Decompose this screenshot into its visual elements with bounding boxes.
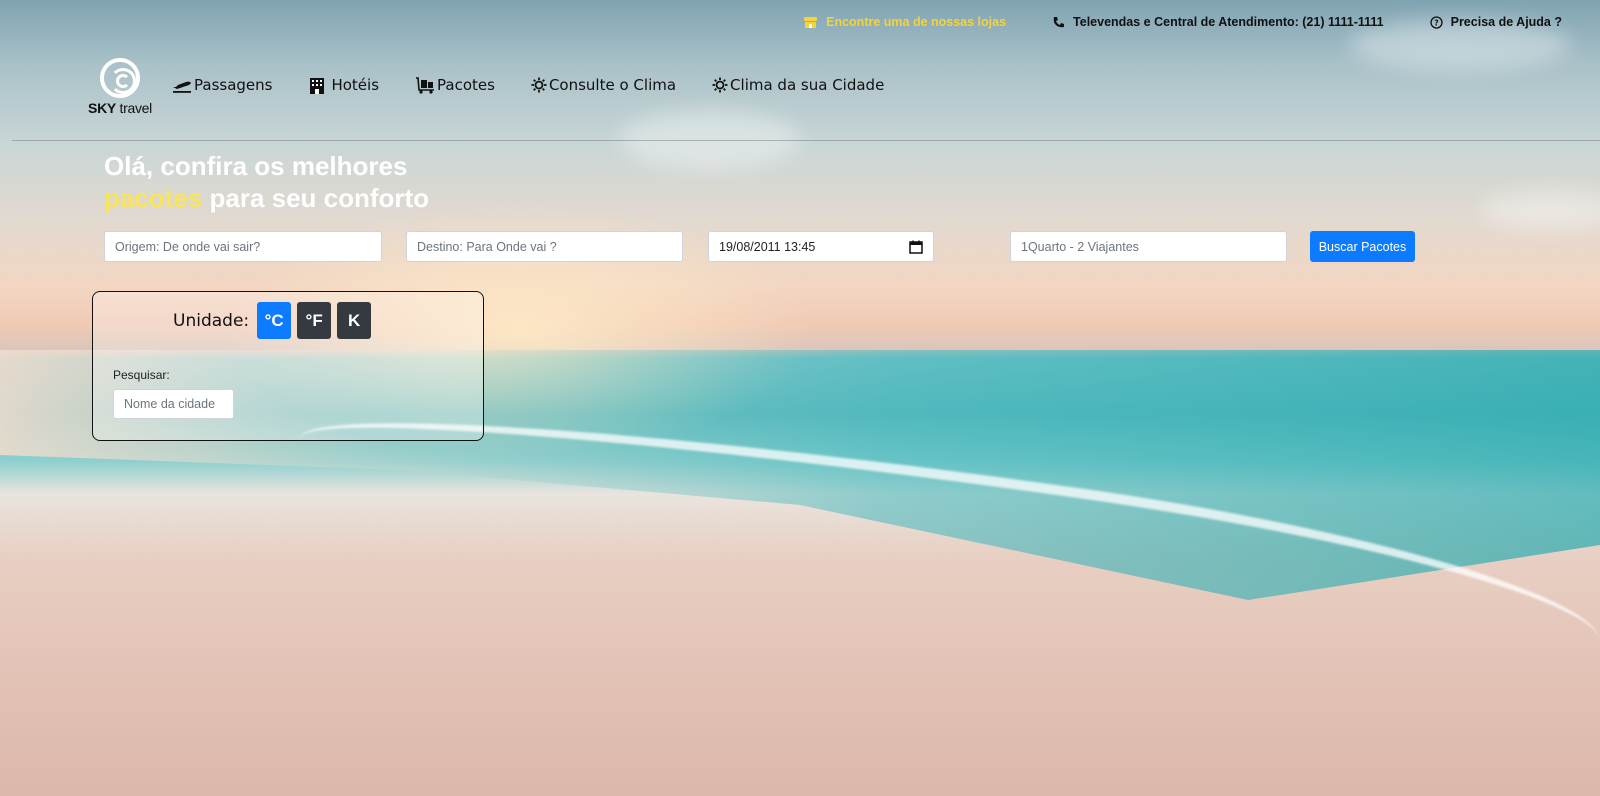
spiral-logo-icon [100,58,140,98]
city-search-input[interactable] [113,389,234,419]
rooms-travelers-field[interactable] [1010,231,1287,262]
header-divider [12,140,1600,141]
unit-celsius-button[interactable]: °C [257,302,292,339]
top-bar: Encontre uma de nossas lojas Televendas … [803,13,1562,31]
origin-input[interactable] [115,239,371,254]
origin-field[interactable] [104,231,382,262]
hotel-building-icon [310,77,325,94]
unit-kelvin-button[interactable]: K [337,302,372,339]
help-link[interactable]: ? Precisa de Ajuda ? [1429,15,1562,29]
main-nav: Passagens Hotéis Pacotes Consulte o Clim… [172,76,884,94]
hero-line-1: Olá, confira os melhores [104,151,408,181]
rooms-travelers-input[interactable] [1021,239,1276,254]
destination-input[interactable] [417,239,672,254]
hero-accent-word: pacotes [104,183,203,213]
datetime-value: 19/08/2011 13:45 [719,239,816,254]
nav-item-hoteis[interactable]: Hotéis [308,76,379,94]
store-icon [804,16,818,28]
weather-panel: Unidade: °C °F K Pesquisar: [92,291,484,441]
store-locator-link[interactable]: Encontre uma de nossas lojas [803,15,1006,29]
datetime-field[interactable]: 19/08/2011 13:45 [708,231,934,262]
brand-name: SKY travel [88,100,152,116]
brand-logo[interactable]: SKY travel [84,58,156,116]
background-cloud [1480,190,1600,230]
nav-label: Pacotes [437,76,495,94]
unit-selector: Unidade: °C °F K [173,302,372,339]
nav-label: Hotéis [331,76,380,94]
hero-line-2: pacotes para seu conforto [104,182,429,214]
nav-item-passagens[interactable]: Passagens [172,76,272,94]
nav-item-clima-cidade[interactable]: Clima da sua Cidade [712,76,884,94]
phone-info: Televendas e Central de Atendimento: (21… [1052,15,1384,29]
calendar-icon[interactable] [909,240,923,254]
nav-label: Passagens [194,76,273,94]
phone-icon [1053,16,1065,27]
destination-field[interactable] [406,231,683,262]
help-label: Precisa de Ajuda ? [1450,15,1562,29]
sun-icon [531,77,547,93]
airplane-icon [173,81,191,93]
hero-headline: Olá, confira os melhores pacotes para se… [104,150,429,214]
help-icon: ? [1429,15,1443,29]
city-search-label: Pesquisar: [113,368,170,382]
nav-item-consulte-clima[interactable]: Consulte o Clima [531,76,676,94]
search-packages-button[interactable]: Buscar Pacotes [1310,231,1415,262]
luggage-cart-icon [416,76,435,94]
nav-label: Clima da sua Cidade [730,76,885,94]
phone-label: Televendas e Central de Atendimento: (21… [1073,15,1384,29]
nav-item-pacotes[interactable]: Pacotes [415,76,495,94]
hero-line-2-rest: para seu conforto [202,183,430,213]
sun-icon [712,77,728,93]
nav-label: Consulte o Clima [548,76,677,94]
unit-fahrenheit-button[interactable]: °F [297,302,332,339]
store-locator-label: Encontre uma de nossas lojas [826,15,1007,29]
svg-text:?: ? [1434,18,1439,27]
unit-label: Unidade: [173,310,250,331]
